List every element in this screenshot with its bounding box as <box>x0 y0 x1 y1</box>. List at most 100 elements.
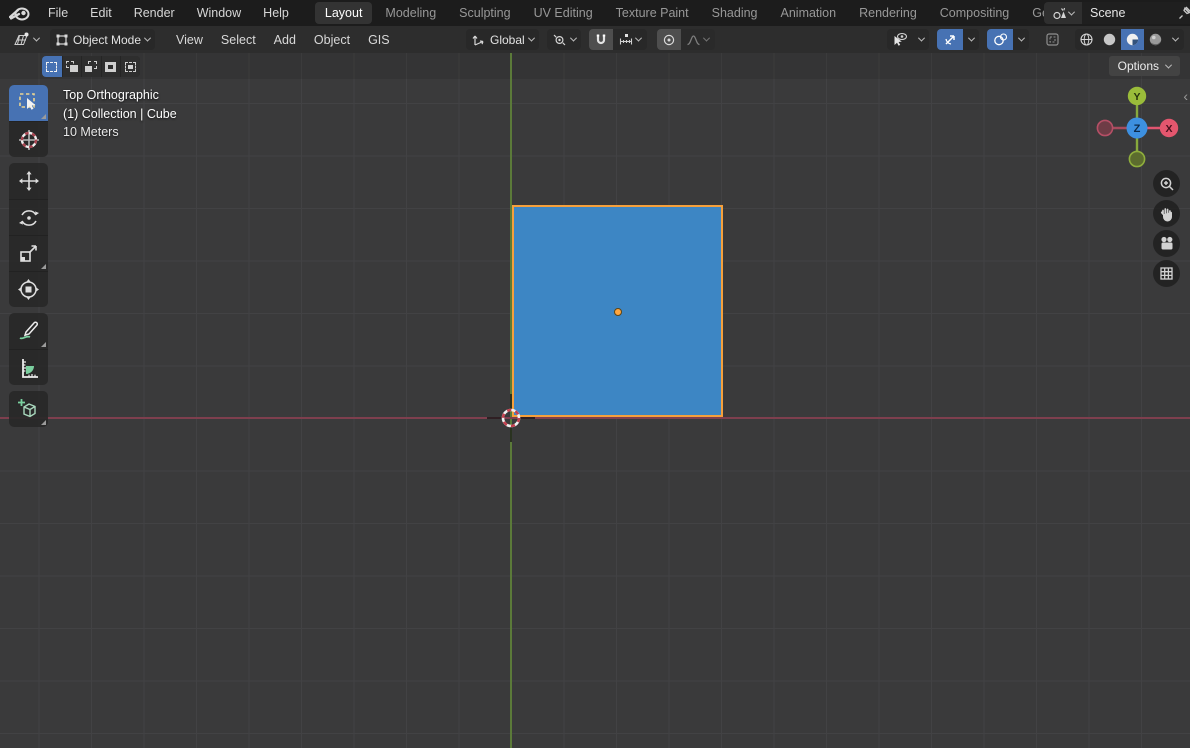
chevron-down-icon <box>33 35 40 42</box>
grid-scale-text: 10 Meters <box>63 123 177 142</box>
tool-scale[interactable] <box>9 235 48 271</box>
shading-solid-button[interactable] <box>1098 29 1121 50</box>
pivot-point-dropdown[interactable] <box>547 29 581 50</box>
overlays-dropdown[interactable] <box>1013 29 1029 50</box>
gizmo-axis-neg-y[interactable] <box>1129 151 1144 166</box>
svg-text:X: X <box>1165 123 1172 135</box>
tab-rendering[interactable]: Rendering <box>849 2 927 24</box>
snap-settings-dropdown[interactable] <box>613 29 647 50</box>
chevron-down-icon <box>967 35 974 42</box>
mode-dropdown[interactable]: Object Mode <box>50 29 155 50</box>
svg-text:Z: Z <box>1134 123 1141 135</box>
select-box-icon <box>17 91 41 115</box>
tool-measure[interactable] <box>9 349 48 385</box>
gizmo-dropdown[interactable] <box>963 29 979 50</box>
gizmo-axis-x[interactable]: X <box>1160 119 1178 137</box>
tab-texture-paint[interactable]: Texture Paint <box>606 2 699 24</box>
select-mode-bar <box>42 56 140 77</box>
toggle-grid-icon <box>1159 266 1174 281</box>
transform-orientation-dropdown[interactable]: Global <box>466 29 539 50</box>
scene-name-field[interactable]: Scene <box>1082 2 1190 24</box>
blender-logo-icon[interactable] <box>9 5 31 21</box>
gizmo-axis-y[interactable]: Y <box>1128 87 1146 105</box>
editor-type-button[interactable] <box>8 29 44 50</box>
scene-browse-button[interactable] <box>1044 2 1082 24</box>
proportional-editing-toggle[interactable] <box>657 29 681 50</box>
chevron-down-icon <box>1017 35 1024 42</box>
subtool-notch <box>41 114 46 119</box>
select-mode-intersect[interactable] <box>120 56 140 77</box>
show-object-types-button[interactable] <box>887 29 913 50</box>
shading-material-preview-button[interactable] <box>1121 29 1144 50</box>
tab-sculpting[interactable]: Sculpting <box>449 2 520 24</box>
tab-uv-editing[interactable]: UV Editing <box>524 2 603 24</box>
chevron-down-icon <box>1165 61 1172 68</box>
blender-window: File Edit Render Window Help Layout Mode… <box>0 0 1190 748</box>
viewport-3d[interactable]: Top Orthographic (1) Collection | Cube 1… <box>0 53 1190 748</box>
proportional-falloff-dropdown[interactable] <box>681 29 715 50</box>
shading-rendered-icon <box>1148 32 1163 47</box>
menu-help[interactable]: Help <box>252 0 300 26</box>
chevron-down-icon <box>570 35 577 42</box>
shading-dropdown[interactable] <box>1167 29 1184 50</box>
editor-3d-viewport-icon <box>13 32 30 47</box>
tool-rotate[interactable] <box>9 199 48 235</box>
shading-rendered-button[interactable] <box>1144 29 1167 50</box>
gizmo-axis-z[interactable]: Z <box>1127 118 1148 139</box>
tool-transform[interactable] <box>9 271 48 307</box>
select-mode-invert[interactable] <box>101 56 121 77</box>
menu-file[interactable]: File <box>37 0 79 26</box>
tab-shading[interactable]: Shading <box>702 2 768 24</box>
zoom-button[interactable] <box>1153 170 1180 197</box>
tool-move[interactable] <box>9 163 48 199</box>
shading-material-preview-icon <box>1125 32 1140 47</box>
menu-window[interactable]: Window <box>186 0 252 26</box>
tab-modeling[interactable]: Modeling <box>375 2 446 24</box>
tab-animation[interactable]: Animation <box>771 2 847 24</box>
menu-view[interactable]: View <box>167 29 212 50</box>
show-gizmo-toggle[interactable] <box>937 29 963 50</box>
tool-add-cube[interactable] <box>9 391 48 427</box>
menu-select[interactable]: Select <box>212 29 265 50</box>
camera-view-button[interactable] <box>1153 230 1180 257</box>
navigation-gizmo[interactable]: Y X Z <box>1095 86 1179 170</box>
tool-select-box[interactable] <box>9 85 48 121</box>
chevron-down-icon <box>917 35 924 42</box>
snap-toggle-button[interactable] <box>589 29 613 50</box>
object-types-dropdown[interactable] <box>913 29 929 50</box>
subtool-notch <box>41 342 46 347</box>
menu-render[interactable]: Render <box>123 0 186 26</box>
object-mode-icon <box>55 33 69 47</box>
pan-button[interactable] <box>1153 200 1180 227</box>
tool-annotate[interactable] <box>9 313 48 349</box>
menu-add[interactable]: Add <box>265 29 305 50</box>
shading-wireframe-button[interactable] <box>1075 29 1098 50</box>
rotate-icon <box>17 206 41 230</box>
menu-edit[interactable]: Edit <box>79 0 123 26</box>
scene-icon <box>1052 6 1067 21</box>
options-dropdown[interactable]: Options <box>1109 56 1180 76</box>
subtool-notch <box>41 264 46 269</box>
sidebar-toggle-chevron[interactable]: ‹ <box>1183 89 1188 103</box>
gizmo-axis-neg-x[interactable] <box>1097 120 1112 135</box>
shading-wireframe-icon <box>1079 32 1094 47</box>
annotate-pencil-icon <box>17 319 41 343</box>
menu-gis[interactable]: GIS <box>359 29 399 50</box>
chevron-down-icon <box>1068 8 1075 15</box>
chevron-down-icon <box>1172 35 1179 42</box>
show-overlays-toggle[interactable] <box>987 29 1013 50</box>
select-mode-subtract[interactable] <box>81 56 101 77</box>
move-icon <box>17 169 41 193</box>
tab-compositing[interactable]: Compositing <box>930 2 1019 24</box>
select-mode-extend[interactable] <box>62 56 82 77</box>
xray-toggle[interactable] <box>1039 29 1065 50</box>
pin-icon[interactable] <box>1177 5 1190 21</box>
tab-layout[interactable]: Layout <box>315 2 373 24</box>
select-mode-set[interactable] <box>42 56 62 77</box>
toggle-grid-button[interactable] <box>1153 260 1180 287</box>
menu-object[interactable]: Object <box>305 29 359 50</box>
scene-selector: Scene <box>1044 2 1190 24</box>
axis-line-x-red <box>0 417 1190 419</box>
tool-cursor[interactable] <box>9 121 48 157</box>
magnet-icon <box>594 33 608 47</box>
